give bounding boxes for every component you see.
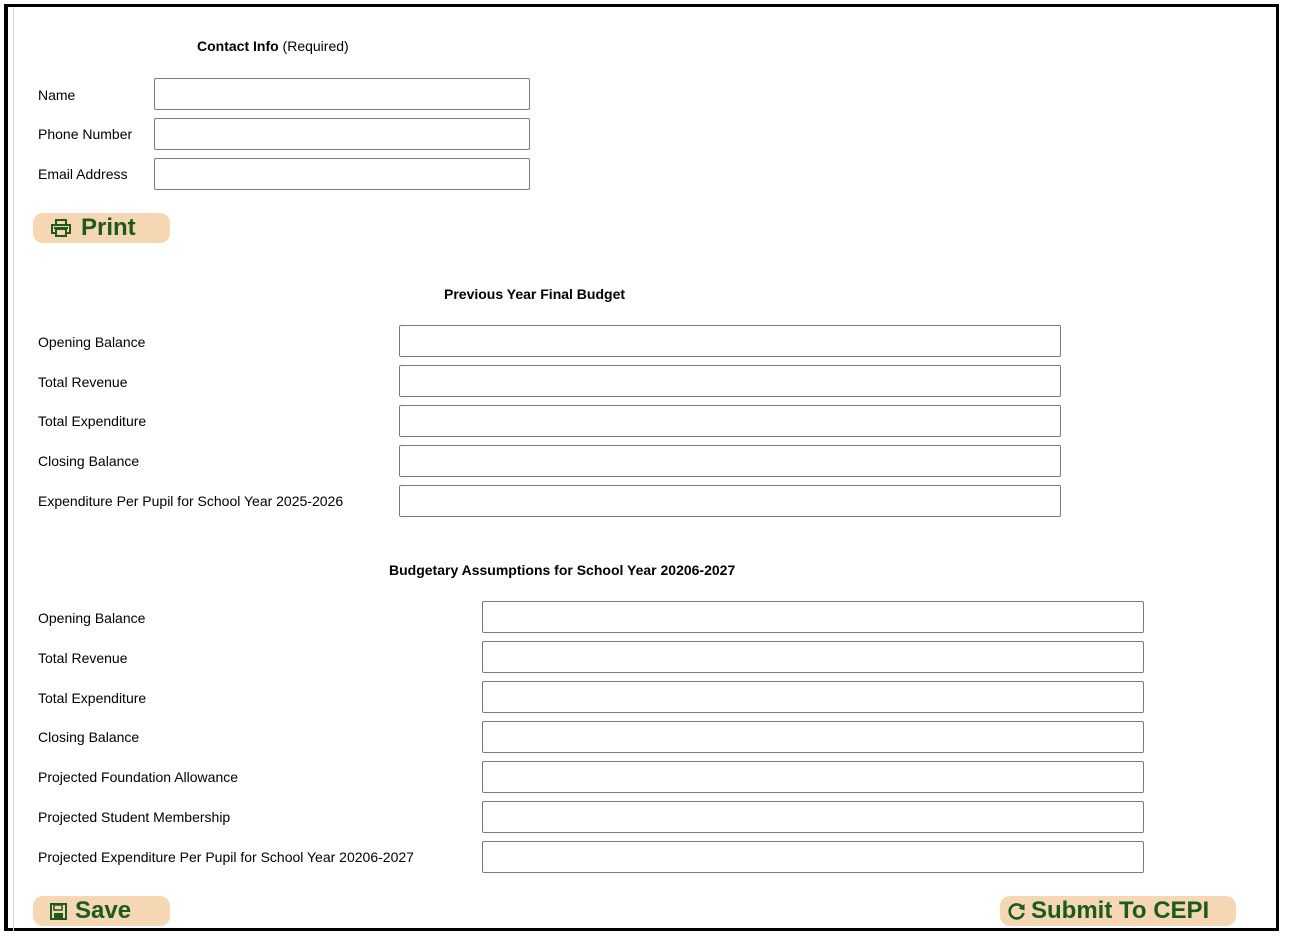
- contact-info-title: Contact Info (Required): [197, 38, 349, 54]
- name-field[interactable]: [154, 78, 530, 110]
- contact-info-title-text: Contact Info: [197, 38, 279, 54]
- phone-number-field[interactable]: [154, 118, 530, 150]
- printer-icon: [51, 219, 71, 237]
- phone-number-label: Phone Number: [38, 126, 133, 142]
- prev-opening-balance-label: Opening Balance: [38, 334, 146, 350]
- required-note: (Required): [282, 38, 349, 54]
- assump-total-expenditure-field[interactable]: [482, 681, 1144, 713]
- save-button[interactable]: Save: [33, 896, 170, 926]
- print-button[interactable]: Print: [33, 213, 170, 243]
- assumptions-title: Budgetary Assumptions for School Year 20…: [389, 562, 736, 578]
- previous-year-title: Previous Year Final Budget: [444, 286, 626, 302]
- prev-opening-balance-field[interactable]: [399, 325, 1061, 357]
- prev-total-revenue-field[interactable]: [399, 365, 1061, 397]
- left-divider: [13, 7, 14, 931]
- assump-foundation-allowance-field[interactable]: [482, 761, 1144, 793]
- assump-closing-balance-label: Closing Balance: [38, 729, 140, 745]
- assump-opening-balance-label: Opening Balance: [38, 610, 146, 626]
- prev-closing-balance-field[interactable]: [399, 445, 1061, 477]
- prev-closing-balance-label: Closing Balance: [38, 453, 140, 469]
- assump-student-membership-label: Projected Student Membership: [38, 809, 231, 825]
- email-address-label: Email Address: [38, 166, 128, 182]
- prev-expenditure-per-pupil-field[interactable]: [399, 485, 1061, 517]
- assump-foundation-allowance-label: Projected Foundation Allowance: [38, 769, 239, 785]
- circular-arrow-icon: [1008, 902, 1026, 920]
- prev-total-revenue-label: Total Revenue: [38, 374, 128, 390]
- assump-opening-balance-field[interactable]: [482, 601, 1144, 633]
- submit-to-cepi-button[interactable]: Submit To CEPI: [1000, 896, 1236, 926]
- assump-closing-balance-field[interactable]: [482, 721, 1144, 753]
- print-button-label: Print: [81, 214, 136, 241]
- floppy-disk-icon: [50, 902, 67, 920]
- assump-student-membership-field[interactable]: [482, 801, 1144, 833]
- assump-expenditure-per-pupil-label: Projected Expenditure Per Pupil for Scho…: [38, 849, 414, 865]
- assump-expenditure-per-pupil-field[interactable]: [482, 841, 1144, 873]
- prev-total-expenditure-field[interactable]: [399, 405, 1061, 437]
- name-label: Name: [38, 87, 76, 103]
- save-button-label: Save: [75, 897, 132, 924]
- email-address-field[interactable]: [154, 158, 530, 190]
- prev-total-expenditure-label: Total Expenditure: [38, 413, 147, 429]
- assump-total-revenue-field[interactable]: [482, 641, 1144, 673]
- prev-expenditure-per-pupil-label: Expenditure Per Pupil for School Year 20…: [38, 493, 344, 509]
- submit-button-label: Submit To CEPI: [1031, 897, 1210, 924]
- assump-total-revenue-label: Total Revenue: [38, 650, 128, 666]
- assump-total-expenditure-label: Total Expenditure: [38, 690, 147, 706]
